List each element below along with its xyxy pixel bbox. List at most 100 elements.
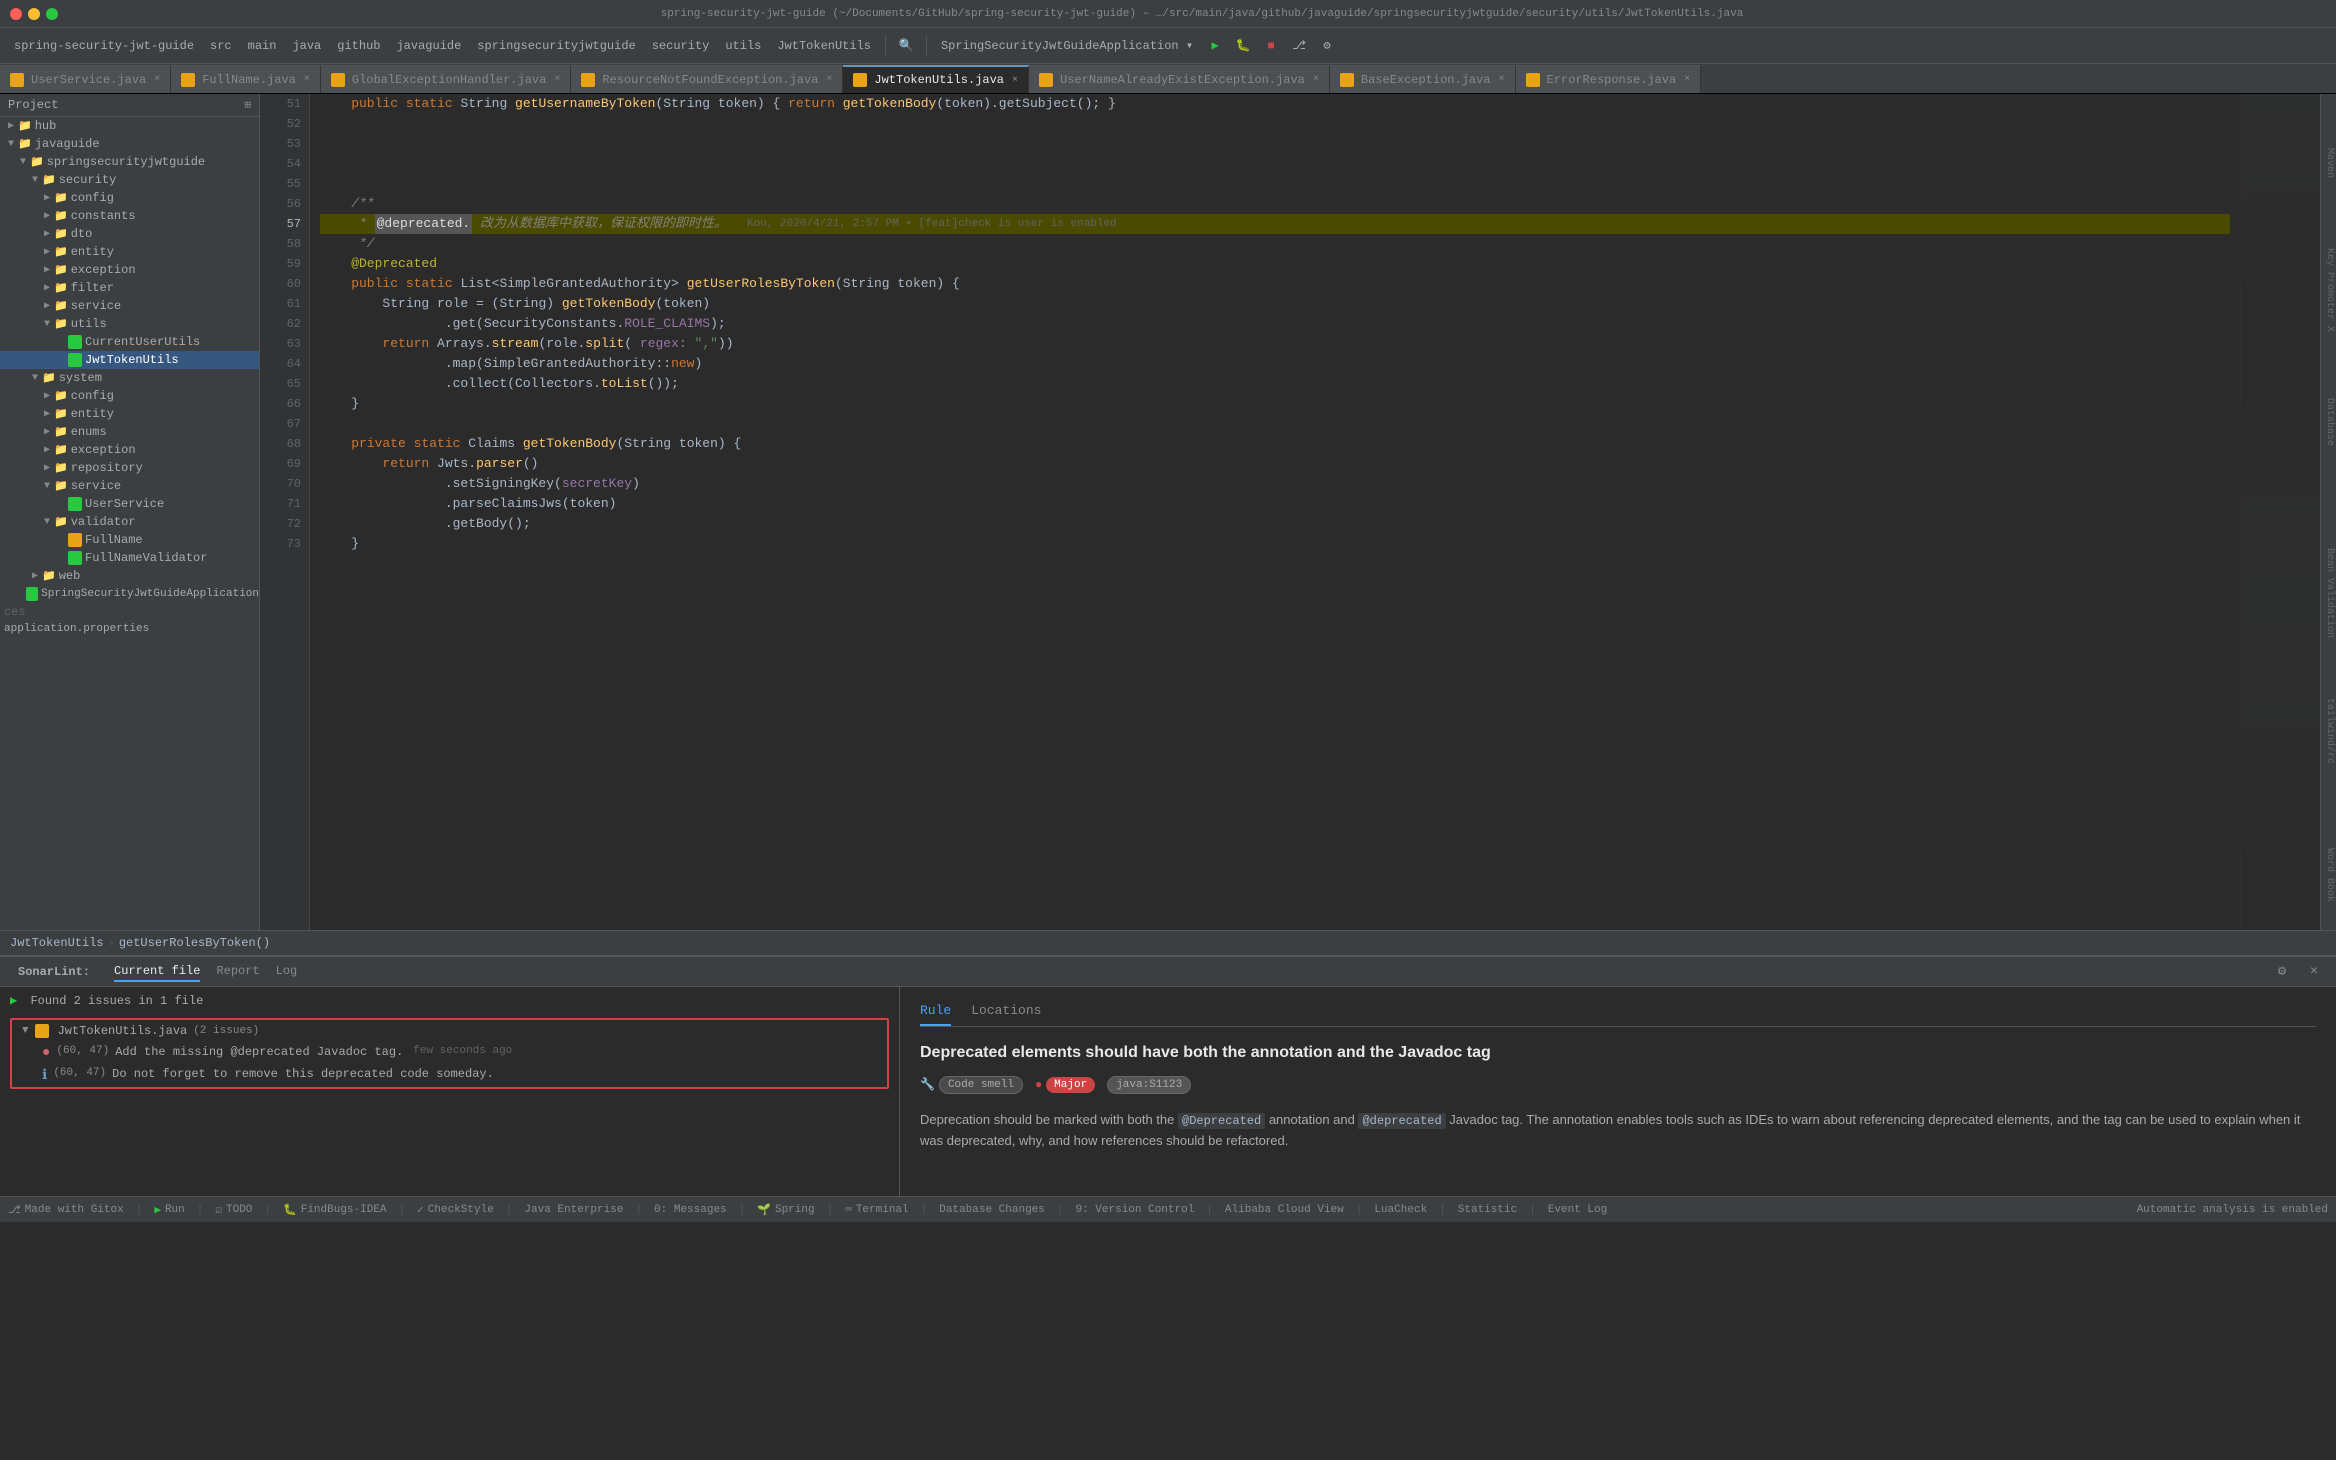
tree-item-validator[interactable]: ▼ 📁 validator	[0, 513, 259, 531]
tree-item-sys-exception[interactable]: ▶ 📁 exception	[0, 441, 259, 459]
close-panel-icon[interactable]: ×	[2302, 960, 2326, 984]
breadcrumb-file[interactable]: JwtTokenUtils	[10, 936, 104, 950]
tab-current-file[interactable]: Current file	[114, 962, 200, 982]
toolbar-javaguide[interactable]: javaguide	[390, 37, 467, 55]
settings-icon[interactable]: ⚙	[1315, 34, 1339, 58]
status-todo[interactable]: ☑ TODO	[215, 1203, 252, 1217]
run-button[interactable]: ▶	[1203, 34, 1227, 58]
tree-item-filter[interactable]: ▶ 📁 filter	[0, 279, 259, 297]
maven-label[interactable]: Maven	[2323, 144, 2336, 182]
tab-rule[interactable]: Rule	[920, 1003, 951, 1026]
tab-resourcenotfound[interactable]: ResourceNotFoundException.java ×	[571, 65, 843, 93]
tab-close[interactable]: ×	[154, 74, 160, 85]
tab-close[interactable]: ×	[554, 74, 560, 85]
tree-item-system[interactable]: ▼ 📁 system	[0, 369, 259, 387]
tailwind-label[interactable]: tailwind/rc	[2323, 694, 2336, 768]
status-messages[interactable]: 0: Messages	[654, 1204, 727, 1216]
tree-item-config[interactable]: ▶ 📁 config	[0, 189, 259, 207]
stop-button[interactable]: ■	[1259, 34, 1283, 58]
tree-item-entity[interactable]: ▶ 📁 entity	[0, 243, 259, 261]
status-enterprise[interactable]: Java Enterprise	[524, 1204, 623, 1216]
tree-item-constants[interactable]: ▶ 📁 constants	[0, 207, 259, 225]
toolbar-github[interactable]: github	[331, 37, 386, 55]
tab-baseexception[interactable]: BaseException.java ×	[1330, 65, 1516, 93]
tab-errorresponse[interactable]: ErrorResponse.java ×	[1516, 65, 1702, 93]
git-icon[interactable]: ⎇	[1287, 34, 1311, 58]
tree-item-sys-config[interactable]: ▶ 📁 config	[0, 387, 259, 405]
toolbar-src[interactable]: src	[204, 37, 238, 55]
tab-usernamealreadyexist[interactable]: UserNameAlreadyExistException.java ×	[1029, 65, 1330, 93]
toolbar-project[interactable]: spring-security-jwt-guide	[8, 37, 200, 55]
toolbar-main[interactable]: main	[242, 37, 283, 55]
toolbar-java[interactable]: java	[286, 37, 327, 55]
tab-log[interactable]: Log	[276, 962, 298, 982]
issue-row-1[interactable]: ● (60, 47) Add the missing @deprecated J…	[12, 1042, 887, 1064]
code-content[interactable]: 51 52 53 54 55 56 57 58 59 60 61 62 63 6…	[260, 94, 2320, 930]
tree-item-sys-repo[interactable]: ▶ 📁 repository	[0, 459, 259, 477]
tree-item-userservice[interactable]: UserService	[0, 495, 259, 513]
tree-item-sys-service[interactable]: ▼ 📁 service	[0, 477, 259, 495]
tab-close[interactable]: ×	[1499, 74, 1505, 85]
status-findbugs[interactable]: 🐛 FindBugs-IDEA	[283, 1203, 387, 1217]
status-checkstyle[interactable]: ✓ CheckStyle	[417, 1203, 494, 1217]
tab-close[interactable]: ×	[1313, 74, 1319, 85]
bean-validation-label[interactable]: Bean Validation	[2323, 544, 2336, 642]
status-spring[interactable]: 🌱 Spring	[757, 1203, 814, 1217]
tab-userservice[interactable]: UserService.java ×	[0, 65, 171, 93]
tab-jwttokenutils[interactable]: JwtTokenUtils.java ×	[843, 65, 1029, 93]
status-run[interactable]: ▶ Run	[154, 1203, 184, 1217]
tree-item-fullnamevalidator[interactable]: FullNameValidator	[0, 549, 259, 567]
tree-item-fullname[interactable]: FullName	[0, 531, 259, 549]
maximize-button[interactable]	[46, 8, 58, 20]
status-terminal[interactable]: ⌨ Terminal	[845, 1203, 908, 1217]
tree-item-main-class[interactable]: SpringSecurityJwtGuideApplication	[0, 585, 259, 603]
tree-item-dto[interactable]: ▶ 📁 dto	[0, 225, 259, 243]
tree-item-hub[interactable]: ▶ 📁 hub	[0, 117, 259, 135]
tree-item-service-security[interactable]: ▶ 📁 service	[0, 297, 259, 315]
tab-report[interactable]: Report	[216, 962, 259, 982]
toolbar-springsecurityjwtguide[interactable]: springsecurityjwtguide	[471, 37, 641, 55]
tree-item-security[interactable]: ▼ 📁 security	[0, 171, 259, 189]
tree-item-jwttokenutils[interactable]: JwtTokenUtils	[0, 351, 259, 369]
word-book-label[interactable]: Word Book	[2323, 844, 2336, 906]
debug-button[interactable]: 🐛	[1231, 34, 1255, 58]
tree-item-springsecurity[interactable]: ▼ 📁 springsecurityjwtguide	[0, 153, 259, 171]
status-event-log[interactable]: Event Log	[1548, 1204, 1607, 1216]
tab-close[interactable]: ×	[1012, 75, 1018, 86]
tree-item-currentuserutils[interactable]: CurrentUserUtils	[0, 333, 259, 351]
status-lua[interactable]: LuaCheck	[1374, 1204, 1427, 1216]
issue-file-row[interactable]: ▼ JwtTokenUtils.java (2 issues)	[12, 1020, 887, 1042]
keynote-label[interactable]: Key Promoter X	[2323, 244, 2336, 336]
close-button[interactable]	[10, 8, 22, 20]
tree-item-properties[interactable]: application.properties	[0, 621, 259, 637]
code-lines[interactable]: public static String getUsernameByToken(…	[310, 94, 2240, 930]
toolbar-security[interactable]: security	[646, 37, 716, 55]
settings-icon[interactable]: ⚙	[2270, 960, 2294, 984]
minimize-button[interactable]	[28, 8, 40, 20]
breadcrumb-method[interactable]: getUserRolesByToken()	[119, 936, 270, 950]
tree-item-exception[interactable]: ▶ 📁 exception	[0, 261, 259, 279]
tab-fullname[interactable]: FullName.java ×	[171, 65, 321, 93]
status-git[interactable]: ⎇ Made with Gitox	[8, 1203, 124, 1217]
run-config-selector[interactable]: SpringSecurityJwtGuideApplication ▾	[935, 36, 1199, 55]
tab-close[interactable]: ×	[304, 74, 310, 85]
tree-item-sys-entity[interactable]: ▶ 📁 entity	[0, 405, 259, 423]
issue-row-2[interactable]: ℹ (60, 47) Do not forget to remove this …	[12, 1064, 887, 1087]
status-statistic[interactable]: Statistic	[1458, 1204, 1517, 1216]
search-icon[interactable]: 🔍	[894, 34, 918, 58]
status-alibaba[interactable]: Alibaba Cloud View	[1225, 1204, 1344, 1216]
tab-globalexception[interactable]: GlobalExceptionHandler.java ×	[321, 65, 571, 93]
tree-expand-icon[interactable]: ⊞	[244, 98, 251, 112]
tab-close[interactable]: ×	[1684, 74, 1690, 85]
database-label[interactable]: Database	[2323, 394, 2336, 450]
tab-close[interactable]: ×	[826, 74, 832, 85]
toolbar-utils[interactable]: utils	[719, 37, 767, 55]
status-db[interactable]: Database Changes	[939, 1204, 1045, 1216]
tree-item-web[interactable]: ▶ 📁 web	[0, 567, 259, 585]
tree-item-utils[interactable]: ▼ 📁 utils	[0, 315, 259, 333]
toolbar-file[interactable]: JwtTokenUtils	[771, 37, 877, 55]
tree-item-javaguide[interactable]: ▼ 📁 javaguide	[0, 135, 259, 153]
status-git-vc[interactable]: 9: Version Control	[1075, 1204, 1194, 1216]
tree-item-sys-enums[interactable]: ▶ 📁 enums	[0, 423, 259, 441]
tab-locations[interactable]: Locations	[971, 1003, 1041, 1026]
